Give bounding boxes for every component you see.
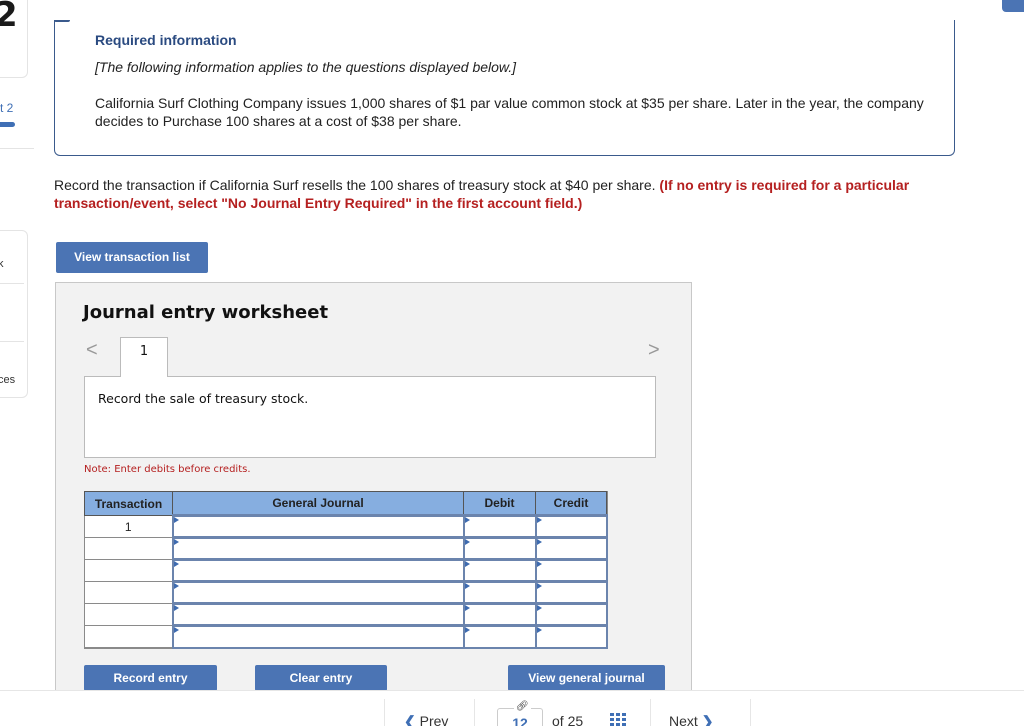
column-header-general-journal: General Journal bbox=[172, 491, 464, 516]
journal-header-row: Transaction General Journal Debit Credit bbox=[84, 491, 607, 516]
required-info-body: California Surf Clothing Company issues … bbox=[95, 95, 924, 129]
chevron-left-icon[interactable]: < bbox=[86, 339, 98, 362]
dropdown-marker-icon bbox=[464, 627, 470, 633]
worksheet-description: Record the sale of treasury stock. bbox=[98, 391, 309, 406]
credit-input[interactable] bbox=[534, 558, 608, 583]
dropdown-marker-icon bbox=[536, 539, 542, 545]
chevron-right-icon: ❯ bbox=[701, 713, 714, 726]
dropdown-marker-icon bbox=[464, 583, 470, 589]
dropdown-marker-icon bbox=[464, 539, 470, 545]
debit-input[interactable] bbox=[462, 558, 537, 583]
grid-icon[interactable] bbox=[610, 713, 626, 726]
page-total: of 25 bbox=[552, 713, 584, 726]
question-card[interactable]: 2 bbox=[0, 0, 28, 78]
bottom-navigation: ❮ Prev 🔗︎ 12 of 25 Next ❯ bbox=[0, 690, 1024, 726]
dropdown-marker-icon bbox=[173, 517, 179, 523]
debit-input[interactable] bbox=[462, 514, 537, 539]
debit-input[interactable] bbox=[462, 602, 537, 627]
journal-row bbox=[84, 558, 608, 583]
question-instruction: Record the transaction if California Sur… bbox=[54, 176, 934, 212]
account-select[interactable] bbox=[171, 624, 465, 649]
account-select[interactable] bbox=[171, 558, 465, 583]
journal-row bbox=[84, 536, 608, 561]
column-header-credit: Credit bbox=[535, 491, 607, 516]
worksheet-note: Note: Enter debits before credits. bbox=[84, 464, 251, 475]
clear-entry-button[interactable]: Clear entry bbox=[255, 665, 387, 691]
next-button[interactable]: Next ❯ bbox=[669, 713, 713, 726]
record-entry-button[interactable]: Record entry bbox=[84, 665, 217, 691]
credit-input[interactable] bbox=[534, 580, 608, 605]
prev-label: Prev bbox=[419, 713, 449, 726]
corner-tab[interactable] bbox=[1002, 0, 1024, 12]
dropdown-marker-icon bbox=[536, 561, 542, 567]
dropdown-marker-icon bbox=[173, 605, 179, 611]
nav-divider bbox=[650, 699, 651, 726]
journal-row bbox=[84, 624, 608, 649]
debit-input[interactable] bbox=[462, 624, 537, 649]
nav-divider bbox=[474, 699, 475, 726]
dropdown-marker-icon bbox=[173, 539, 179, 545]
link-icon: 🔗︎ bbox=[514, 701, 531, 712]
transaction-cell bbox=[84, 537, 173, 560]
view-transaction-list-button[interactable]: View transaction list bbox=[56, 242, 208, 273]
dropdown-marker-icon bbox=[536, 627, 542, 633]
journal-row bbox=[84, 580, 608, 605]
chevron-right-icon[interactable]: > bbox=[648, 339, 660, 362]
transaction-cell bbox=[84, 581, 173, 604]
debit-input[interactable] bbox=[462, 580, 537, 605]
next-label: Next bbox=[669, 713, 698, 726]
nav-divider bbox=[384, 699, 385, 726]
worksheet-tab-1[interactable]: 1 bbox=[120, 337, 168, 377]
transaction-cell: 1 bbox=[84, 515, 173, 538]
account-select[interactable] bbox=[171, 580, 465, 605]
worksheet-description-box: Record the sale of treasury stock. bbox=[84, 376, 656, 458]
sidebar-divider bbox=[0, 283, 24, 284]
transaction-cell bbox=[84, 625, 173, 648]
journal-table: Transaction General Journal Debit Credit… bbox=[84, 491, 608, 649]
sidebar-divider bbox=[0, 148, 34, 149]
nav-divider bbox=[750, 699, 751, 726]
dropdown-marker-icon bbox=[536, 583, 542, 589]
debit-input[interactable] bbox=[462, 536, 537, 561]
worksheet-title: Journal entry worksheet bbox=[83, 302, 329, 323]
view-general-journal-button[interactable]: View general journal bbox=[508, 665, 665, 691]
part-progress-bar bbox=[0, 122, 15, 127]
prev-button[interactable]: ❮ Prev bbox=[404, 713, 448, 726]
dropdown-marker-icon bbox=[464, 605, 470, 611]
required-info-note: [The following information applies to th… bbox=[95, 59, 517, 75]
sidebar-menu: k ces bbox=[0, 230, 28, 398]
credit-input[interactable] bbox=[534, 536, 608, 561]
page-number-input[interactable]: 🔗︎ 12 bbox=[497, 701, 543, 726]
account-select[interactable] bbox=[171, 602, 465, 627]
instruction-text: Record the transaction if California Sur… bbox=[54, 177, 656, 193]
dropdown-marker-icon bbox=[536, 605, 542, 611]
credit-input[interactable] bbox=[534, 514, 608, 539]
required-info-box: Required information [The following info… bbox=[54, 20, 955, 156]
column-header-debit: Debit bbox=[463, 491, 536, 516]
journal-row: 1 bbox=[84, 514, 608, 539]
chevron-left-icon: ❮ bbox=[404, 713, 416, 726]
credit-input[interactable] bbox=[534, 624, 608, 649]
column-header-transaction: Transaction bbox=[84, 491, 173, 516]
transaction-cell bbox=[84, 559, 173, 582]
dropdown-marker-icon bbox=[173, 627, 179, 633]
part-label: t 2 bbox=[0, 101, 14, 115]
question-number: 2 bbox=[0, 0, 18, 35]
dropdown-marker-icon bbox=[464, 561, 470, 567]
sidebar-item-1[interactable]: k bbox=[0, 258, 4, 270]
account-select[interactable] bbox=[171, 514, 465, 539]
dropdown-marker-icon bbox=[464, 517, 470, 523]
dropdown-marker-icon bbox=[173, 583, 179, 589]
current-page: 12 bbox=[512, 715, 528, 726]
account-select[interactable] bbox=[171, 536, 465, 561]
dropdown-marker-icon bbox=[173, 561, 179, 567]
transaction-cell bbox=[84, 603, 173, 626]
sidebar-divider bbox=[0, 341, 24, 342]
dropdown-marker-icon bbox=[536, 517, 542, 523]
credit-input[interactable] bbox=[534, 602, 608, 627]
journal-row bbox=[84, 602, 608, 627]
journal-entry-worksheet: Journal entry worksheet < 1 > Record the… bbox=[55, 282, 692, 702]
sidebar-item-2[interactable]: ces bbox=[0, 374, 15, 386]
required-info-title: Required information bbox=[95, 32, 237, 48]
